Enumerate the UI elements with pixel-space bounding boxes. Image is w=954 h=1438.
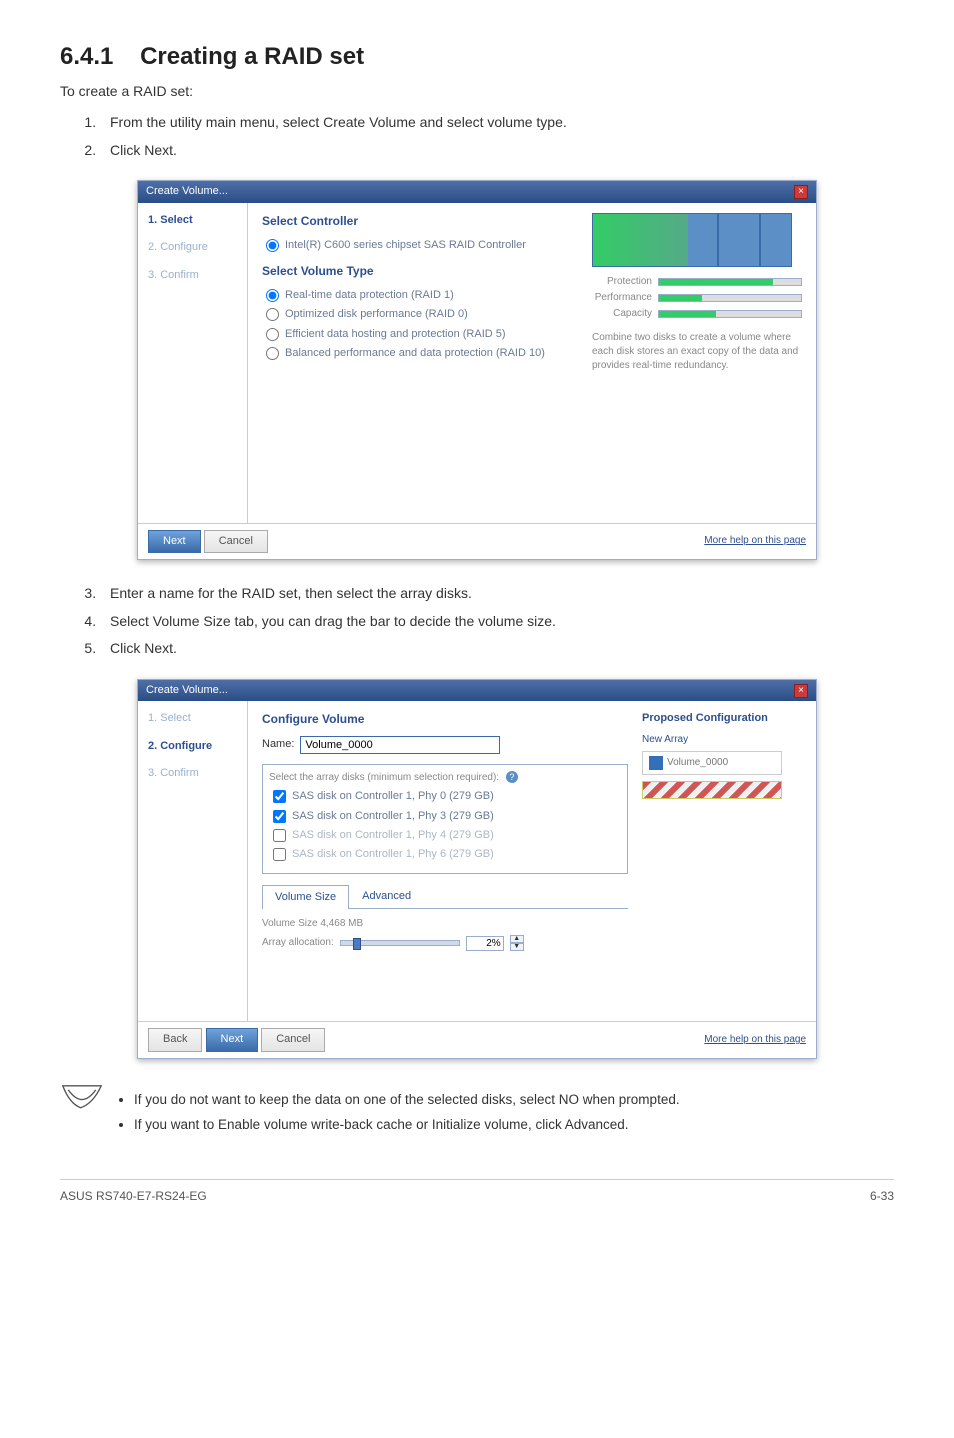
dialog-title: Create Volume... [146, 184, 228, 199]
vol-type-raid1-radio[interactable] [266, 289, 279, 302]
sidebar-step-confirm: 3. Confirm [138, 760, 247, 787]
select-volume-type-heading: Select Volume Type [262, 263, 578, 280]
vol-type-label: Optimized disk performance (RAID 0) [285, 307, 468, 322]
tab-volume-size[interactable]: Volume Size [262, 885, 349, 909]
volume-size-label: Volume Size 4,468 MB [262, 917, 628, 931]
dialog-titlebar: Create Volume... × [138, 680, 816, 701]
tabs: Volume Size Advanced [262, 884, 628, 909]
section-title: Creating a RAID set [140, 43, 364, 70]
section-heading: 6.4.1 Creating a RAID set [60, 40, 894, 74]
note-icon [60, 1083, 104, 1116]
disk-checkbox[interactable] [273, 810, 286, 823]
allocation-slider[interactable] [340, 940, 460, 946]
vol-type-raid10-radio[interactable] [266, 347, 279, 360]
allocation-pct-input[interactable] [466, 936, 504, 951]
name-label: Name: [262, 737, 294, 752]
dialog-titlebar: Create Volume... × [138, 181, 816, 202]
close-icon[interactable]: × [794, 684, 808, 698]
select-controller-heading: Select Controller [262, 213, 578, 230]
dialog-title: Create Volume... [146, 683, 228, 698]
step-item: From the utility main menu, select Creat… [100, 113, 894, 133]
step-item: Click Next. [100, 639, 894, 659]
wizard-sidebar: 1. Select 2. Configure 3. Confirm [138, 701, 248, 1021]
steps-list-2: Enter a name for the RAID set, then sele… [100, 584, 894, 659]
vol-type-label: Real-time data protection (RAID 1) [285, 288, 454, 303]
new-array-label: New Array [642, 733, 802, 747]
create-volume-dialog-1: Create Volume... × 1. Select 2. Configur… [137, 180, 817, 560]
section-number: 6.4.1 [60, 43, 113, 70]
disk-label: SAS disk on Controller 1, Phy 3 (279 GB) [292, 809, 494, 824]
configure-volume-heading: Configure Volume [262, 711, 628, 728]
step-item: Select Volume Size tab, you can drag the… [100, 612, 894, 632]
steps-list-1: From the utility main menu, select Creat… [100, 113, 894, 160]
controller-radio-label: Intel(R) C600 series chipset SAS RAID Co… [285, 238, 526, 253]
disk-label: SAS disk on Controller 1, Phy 4 (279 GB) [292, 828, 494, 843]
vol-type-label: Efficient data hosting and protection (R… [285, 327, 506, 342]
proposed-config-heading: Proposed Configuration [642, 711, 802, 726]
disk-usage-bar [642, 781, 782, 799]
disk-label: SAS disk on Controller 1, Phy 0 (279 GB) [292, 789, 494, 804]
more-help-link[interactable]: More help on this page [704, 534, 806, 548]
sidebar-step-select[interactable]: 1. Select [138, 207, 247, 234]
more-help-link[interactable]: More help on this page [704, 1033, 806, 1047]
protection-meter [658, 278, 802, 286]
controller-radio[interactable] [266, 239, 279, 252]
volume-preview-image [592, 213, 792, 267]
note-item: If you want to Enable volume write-back … [134, 1116, 680, 1135]
disk-checkbox[interactable] [273, 790, 286, 803]
volume-badge: Volume_0000 [642, 751, 782, 775]
sidebar-step-configure: 2. Configure [138, 234, 247, 261]
step-item: Enter a name for the RAID set, then sele… [100, 584, 894, 604]
footer-right: 6-33 [870, 1188, 894, 1205]
vol-type-raid0-radio[interactable] [266, 308, 279, 321]
step-item: Click Next. [100, 141, 894, 161]
note-block: If you do not want to keep the data on o… [60, 1083, 894, 1141]
meter-label: Protection [592, 275, 652, 289]
meter-label: Performance [592, 291, 652, 305]
volume-type-description: Combine two disks to create a volume whe… [592, 331, 802, 373]
intro-text: To create a RAID set: [60, 82, 894, 102]
tab-advanced[interactable]: Advanced [349, 884, 424, 908]
volume-name-input[interactable] [300, 736, 500, 754]
next-button[interactable]: Next [148, 530, 201, 553]
vol-type-raid5-radio[interactable] [266, 328, 279, 341]
page-footer: ASUS RS740-E7-RS24-EG 6-33 [60, 1179, 894, 1205]
disk-label: SAS disk on Controller 1, Phy 6 (279 GB) [292, 847, 494, 862]
chevron-down-icon[interactable]: ▼ [510, 943, 524, 951]
create-volume-dialog-2: Create Volume... × 1. Select 2. Configur… [137, 679, 817, 1059]
disk-selection-box: Select the array disks (minimum selectio… [262, 764, 628, 874]
disk-checkbox[interactable] [273, 848, 286, 861]
disk-instruction: Select the array disks (minimum selectio… [269, 772, 499, 783]
close-icon[interactable]: × [794, 185, 808, 199]
note-item: If you do not want to keep the data on o… [134, 1091, 680, 1110]
disk-checkbox[interactable] [273, 829, 286, 842]
allocation-spinner[interactable]: ▲▼ [510, 935, 524, 951]
next-button[interactable]: Next [206, 1028, 259, 1051]
help-icon[interactable]: ? [506, 771, 518, 783]
wizard-sidebar: 1. Select 2. Configure 3. Confirm [138, 203, 248, 523]
sidebar-step-confirm: 3. Confirm [138, 262, 247, 289]
chevron-up-icon[interactable]: ▲ [510, 935, 524, 943]
volume-icon [649, 756, 663, 770]
cancel-button[interactable]: Cancel [204, 530, 268, 553]
volume-badge-label: Volume_0000 [667, 756, 728, 770]
footer-left: ASUS RS740-E7-RS24-EG [60, 1188, 207, 1205]
sidebar-step-select: 1. Select [138, 705, 247, 732]
cancel-button[interactable]: Cancel [261, 1028, 325, 1051]
vol-type-label: Balanced performance and data protection… [285, 346, 545, 361]
allocation-label: Array allocation: [262, 936, 334, 950]
performance-meter [658, 294, 802, 302]
sidebar-step-configure[interactable]: 2. Configure [138, 733, 247, 760]
back-button[interactable]: Back [148, 1028, 202, 1051]
meter-label: Capacity [592, 307, 652, 321]
slider-thumb-icon[interactable] [353, 938, 361, 950]
capacity-meter [658, 310, 802, 318]
